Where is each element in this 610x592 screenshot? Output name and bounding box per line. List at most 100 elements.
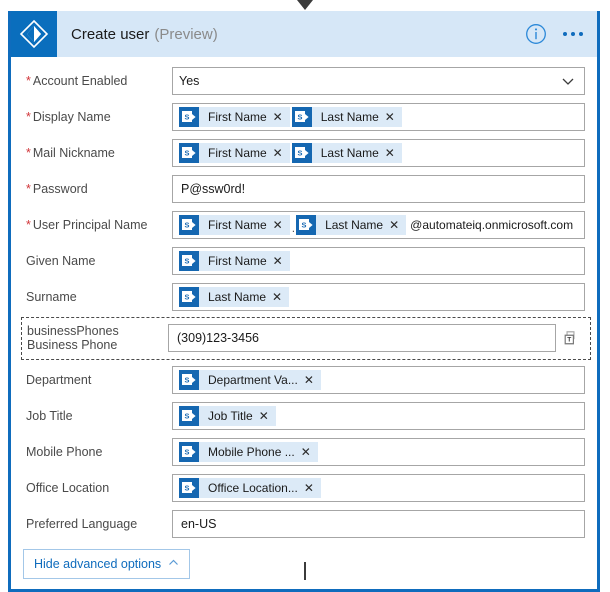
token-chip[interactable]: S First Name ✕ bbox=[179, 215, 290, 235]
password-value: P@ssw0rd! bbox=[181, 182, 246, 196]
svg-text:S: S bbox=[185, 447, 190, 456]
close-icon[interactable]: ✕ bbox=[272, 291, 289, 303]
mail-nickname-input[interactable]: S First Name ✕ S Last Name ✕ bbox=[172, 139, 585, 167]
close-icon[interactable]: ✕ bbox=[385, 147, 402, 159]
sharepoint-icon: S bbox=[179, 143, 199, 163]
field-row-user-principal-name: *User Principal Name S First Name ✕ . S bbox=[11, 207, 597, 243]
close-icon[interactable]: ✕ bbox=[273, 219, 290, 231]
given-name-input[interactable]: S First Name ✕ bbox=[172, 247, 585, 275]
token-chip[interactable]: S Department Va... ✕ bbox=[179, 369, 321, 390]
token-list: S Last Name ✕ bbox=[179, 287, 291, 307]
svg-text:S: S bbox=[185, 113, 190, 122]
token-label: First Name bbox=[208, 110, 267, 124]
svg-text:S: S bbox=[302, 221, 307, 230]
svg-text:S: S bbox=[185, 257, 190, 266]
field-row-business-phones: businessPhones Business Phone (309)123-3… bbox=[11, 317, 597, 360]
required-asterisk: * bbox=[26, 181, 31, 196]
field-label-given-name: Given Name bbox=[26, 253, 96, 268]
field-label-mail-nickname: * Mail Nickname bbox=[26, 145, 115, 160]
token-chip[interactable]: S Mobile Phone ... ✕ bbox=[179, 441, 318, 462]
business-phones-display-name: Business Phone bbox=[27, 338, 118, 353]
token-label: Office Location... bbox=[208, 480, 298, 495]
job-title-input[interactable]: S Job Title ✕ bbox=[172, 401, 585, 430]
preview-badge: (Preview) bbox=[154, 25, 218, 43]
required-asterisk: * bbox=[26, 145, 31, 160]
business-phone-input[interactable]: (309)123-3456 bbox=[168, 324, 556, 353]
sharepoint-icon: S bbox=[179, 287, 199, 307]
token-chip[interactable]: S Last Name ✕ bbox=[296, 215, 407, 235]
preferred-language-input[interactable]: en-US bbox=[172, 509, 585, 538]
field-row-department: Department S Department Va... ✕ bbox=[11, 362, 597, 398]
required-asterisk: * bbox=[26, 109, 31, 124]
account-enabled-dropdown[interactable]: Yes bbox=[172, 67, 585, 95]
upn-domain-suffix: @automateiq.onmicrosoft.com bbox=[410, 218, 574, 232]
svg-text:S: S bbox=[185, 293, 190, 302]
field-label-account-enabled: * Account Enabled bbox=[26, 73, 128, 88]
close-icon[interactable]: ✕ bbox=[385, 111, 402, 123]
token-list: S Job Title ✕ bbox=[179, 405, 278, 426]
close-icon[interactable]: ✕ bbox=[304, 374, 321, 386]
close-icon[interactable]: ✕ bbox=[273, 147, 290, 159]
close-icon[interactable]: ✕ bbox=[389, 219, 406, 231]
field-row-password: * Password P@ssw0rd! bbox=[11, 171, 597, 207]
token-chip[interactable]: S Office Location... ✕ bbox=[179, 477, 321, 498]
field-label-preferred-language: Preferred Language bbox=[26, 516, 138, 531]
mobile-phone-input[interactable]: S Mobile Phone ... ✕ bbox=[172, 437, 585, 466]
token-chip[interactable]: S First Name ✕ bbox=[179, 251, 290, 271]
info-icon[interactable] bbox=[525, 23, 547, 45]
sharepoint-icon: S bbox=[296, 215, 317, 235]
sharepoint-icon: S bbox=[179, 477, 199, 498]
token-list: S Office Location... ✕ bbox=[179, 477, 323, 498]
field-label-department: Department bbox=[26, 372, 92, 387]
token-list: S First Name ✕ S Last Name ✕ bbox=[179, 143, 404, 163]
sharepoint-icon: S bbox=[179, 251, 199, 271]
field-row-display-name: * Display Name S First Name ✕ S Last Nam… bbox=[11, 99, 597, 135]
close-icon[interactable]: ✕ bbox=[301, 446, 318, 458]
field-row-given-name: Given Name S First Name ✕ bbox=[11, 243, 597, 279]
token-label: Last Name bbox=[325, 218, 384, 232]
office-location-input[interactable]: S Office Location... ✕ bbox=[172, 473, 585, 502]
token-list: S First Name ✕ S Last Name ✕ bbox=[179, 107, 404, 127]
svg-text:S: S bbox=[297, 149, 302, 158]
token-label: First Name bbox=[208, 254, 267, 268]
close-icon[interactable]: ✕ bbox=[273, 255, 290, 267]
department-input[interactable]: S Department Va... ✕ bbox=[172, 365, 585, 394]
preferred-language-value: en-US bbox=[181, 516, 217, 531]
field-row-office-location: Office Location S Office Location... ✕ bbox=[11, 470, 597, 506]
sharepoint-icon: S bbox=[291, 143, 312, 163]
field-label-office-location: Office Location bbox=[26, 480, 110, 495]
business-phone-value: (309)123-3456 bbox=[177, 331, 260, 346]
svg-text:S: S bbox=[185, 149, 190, 158]
token-chip[interactable]: S Last Name ✕ bbox=[179, 287, 290, 307]
sharepoint-icon: S bbox=[179, 369, 199, 390]
field-label-user-principal-name: * User Principal Name bbox=[26, 217, 148, 232]
ellipsis-menu-icon[interactable] bbox=[563, 32, 583, 36]
token-label: Mobile Phone ... bbox=[208, 444, 295, 459]
delete-icon[interactable]: T bbox=[556, 329, 586, 347]
svg-text:S: S bbox=[185, 221, 190, 230]
token-label: Last Name bbox=[320, 146, 379, 160]
token-chip[interactable]: S Job Title ✕ bbox=[179, 405, 276, 426]
close-icon[interactable]: ✕ bbox=[273, 111, 290, 123]
token-chip[interactable]: S Last Name ✕ bbox=[291, 107, 402, 127]
business-phones-key: businessPhones bbox=[27, 324, 119, 338]
token-label: First Name bbox=[208, 218, 267, 232]
chevron-down-icon bbox=[560, 73, 576, 89]
token-label: Job Title bbox=[208, 408, 253, 423]
password-input[interactable]: P@ssw0rd! bbox=[172, 175, 585, 203]
close-icon[interactable]: ✕ bbox=[304, 482, 321, 494]
token-label: Department Va... bbox=[208, 372, 298, 387]
token-chip[interactable]: S First Name ✕ bbox=[179, 107, 290, 127]
user-principal-name-input[interactable]: S First Name ✕ . S Last Name ✕ @automate… bbox=[172, 211, 585, 239]
svg-text:S: S bbox=[185, 483, 190, 492]
token-chip[interactable]: S First Name ✕ bbox=[179, 143, 290, 163]
token-label: Last Name bbox=[208, 290, 267, 304]
flow-connector-bottom bbox=[304, 562, 306, 580]
token-chip[interactable]: S Last Name ✕ bbox=[291, 143, 402, 163]
sharepoint-icon: S bbox=[179, 215, 199, 235]
close-icon[interactable]: ✕ bbox=[259, 410, 276, 422]
field-label-surname: Surname bbox=[26, 289, 77, 304]
display-name-input[interactable]: S First Name ✕ S Last Name ✕ bbox=[172, 103, 585, 131]
surname-input[interactable]: S Last Name ✕ bbox=[172, 283, 585, 311]
sharepoint-icon: S bbox=[179, 405, 199, 426]
